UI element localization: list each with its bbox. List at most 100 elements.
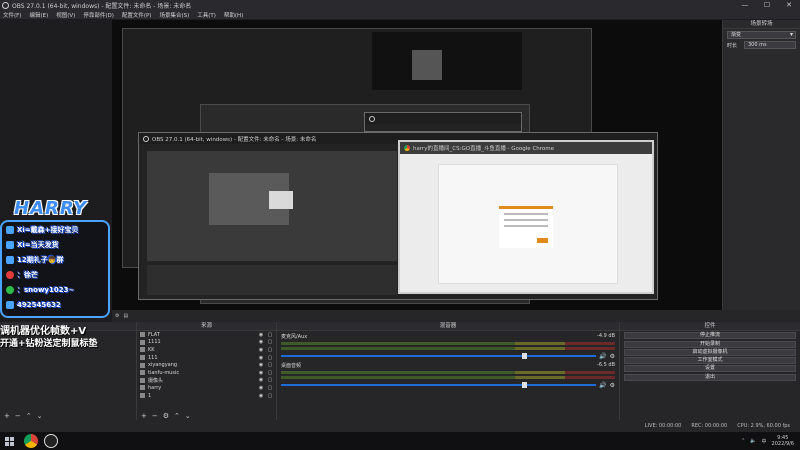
menu-bar: 文件(F) 编辑(E) 视图(V) 停靠部件(D) 配置文件(P) 场景集合(S… <box>0 10 800 19</box>
window-controls: — ☐ ✕ <box>734 1 800 9</box>
source-name: tianfu-music <box>148 369 180 376</box>
dialog-line <box>504 219 548 221</box>
lock-icon[interactable]: ▢ <box>267 362 273 368</box>
speaker-icon[interactable]: 🔊 <box>599 382 606 389</box>
studio-mode-button[interactable]: 工作室模式 <box>624 357 796 365</box>
chevron-up-icon[interactable]: ⌃ <box>741 438 745 444</box>
menu-docks[interactable]: 停靠部件(D) <box>83 11 114 19</box>
sources-toolbar: + − ⚙ ⌃ ⌄ <box>137 411 276 420</box>
obs-taskbar-icon[interactable] <box>44 434 58 448</box>
move-down-icon[interactable]: ⌄ <box>185 412 191 420</box>
virtual-camera-button[interactable]: 启动虚拟摄像机 <box>624 348 796 356</box>
lock-icon[interactable]: ▢ <box>267 393 273 399</box>
move-up-icon[interactable]: ⌃ <box>174 412 180 420</box>
channel-name: 麦克风/Aux <box>281 334 308 340</box>
scenes-toolbar: + − ⌃ ⌄ <box>0 411 136 420</box>
inner-dialog <box>269 191 293 209</box>
dialog-button <box>537 238 548 243</box>
windows-icon <box>4 436 14 446</box>
lock-icon[interactable]: ▢ <box>267 355 273 361</box>
text-source-icon <box>140 332 145 338</box>
move-down-icon[interactable]: ⌄ <box>37 412 43 420</box>
maximize-button[interactable]: ☐ <box>756 1 778 9</box>
info-text: Xi=戴森+接好宝贝 <box>17 225 79 234</box>
sources-list: FLAT ◉ ▢ 1111 ◉ ▢ KK ◉ ▢ 111 ◉ ▢ xiyangyang ◉ ▢ ti… <box>137 331 276 399</box>
source-item[interactable]: FLAT ◉ ▢ <box>137 331 276 339</box>
remove-source-button[interactable]: − <box>152 412 158 420</box>
speaker-icon[interactable]: 🔊 <box>599 353 606 360</box>
menu-profile[interactable]: 配置文件(P) <box>122 11 152 19</box>
qq-icon <box>6 255 14 264</box>
source-name: harry <box>148 384 162 391</box>
add-source-button[interactable]: + <box>141 412 147 420</box>
status-bar: LIVE: 00:00:00 REC: 00:00:00 CPU: 2.9%, … <box>0 420 800 432</box>
browser-source-icon <box>140 370 145 376</box>
cpu-status: CPU: 2.9%, 60.00 fps <box>737 423 790 429</box>
filter-icon[interactable]: ▤ <box>123 313 128 319</box>
menu-view[interactable]: 视图(V) <box>56 11 75 19</box>
eye-icon[interactable]: ◉ <box>258 393 264 399</box>
slider-handle[interactable] <box>521 382 527 388</box>
volume-slider[interactable] <box>281 353 597 359</box>
source-item[interactable]: 1 ◉ ▢ <box>137 392 276 400</box>
source-item[interactable]: harry ◉ ▢ <box>137 384 276 392</box>
source-name: 1111 <box>148 339 161 346</box>
eye-icon[interactable]: ◉ <box>258 370 264 376</box>
add-scene-button[interactable]: + <box>4 412 10 420</box>
eye-icon[interactable]: ◉ <box>258 347 264 353</box>
start-button[interactable] <box>0 432 18 450</box>
volume-slider[interactable] <box>281 382 597 388</box>
qq-icon <box>6 300 14 309</box>
info-line: Xi=当天发货 <box>2 237 108 252</box>
lock-icon[interactable]: ▢ <box>267 377 273 383</box>
remove-scene-button[interactable]: − <box>15 412 21 420</box>
slider-handle[interactable] <box>521 353 527 359</box>
eye-icon[interactable]: ◉ <box>258 377 264 383</box>
eye-icon[interactable]: ◉ <box>258 355 264 361</box>
transition-select[interactable]: 渐变 <box>727 31 796 39</box>
start-recording-button[interactable]: 开始录制 <box>624 340 796 348</box>
volume-icon[interactable]: 🔈 <box>750 438 756 444</box>
settings-button[interactable]: 设置 <box>624 365 796 373</box>
popup-dialog <box>499 206 553 248</box>
gear-icon[interactable]: ⚙ <box>115 313 119 319</box>
menu-help[interactable]: 帮助(H) <box>224 11 243 19</box>
gear-icon[interactable]: ⚙ <box>610 353 615 360</box>
minimize-button[interactable]: — <box>734 1 756 9</box>
info-line: ：snowy1023~ <box>2 282 108 297</box>
source-item[interactable]: xiyangyang ◉ ▢ <box>137 361 276 369</box>
volume-meter <box>281 376 615 379</box>
lock-icon[interactable]: ▢ <box>267 347 273 353</box>
stop-streaming-button[interactable]: 停止推流 <box>624 332 796 340</box>
menu-scene-collection[interactable]: 场景集合(S) <box>159 11 189 19</box>
eye-icon[interactable]: ◉ <box>258 339 264 345</box>
text-source-icon <box>140 355 145 361</box>
exit-button[interactable]: 退出 <box>624 373 796 381</box>
move-up-icon[interactable]: ⌃ <box>26 412 32 420</box>
source-item[interactable]: 111 ◉ ▢ <box>137 354 276 362</box>
source-item[interactable]: 1111 ◉ ▢ <box>137 339 276 347</box>
lock-icon[interactable]: ▢ <box>267 370 273 376</box>
chrome-taskbar-icon[interactable] <box>24 434 38 448</box>
gear-icon[interactable]: ⚙ <box>610 382 615 389</box>
source-item[interactable]: 摄像头 ◉ ▢ <box>137 377 276 385</box>
source-item[interactable]: tianfu-music ◉ ▢ <box>137 369 276 377</box>
input-language[interactable]: 中 <box>762 438 767 445</box>
eye-icon[interactable]: ◉ <box>258 362 264 368</box>
source-item[interactable]: KK ◉ ▢ <box>137 346 276 354</box>
lock-icon[interactable]: ▢ <box>267 385 273 391</box>
eye-icon[interactable]: ◉ <box>258 385 264 391</box>
volume-fader-row: 🔊 ⚙ <box>281 352 615 360</box>
info-text: Xi=当天发货 <box>17 240 59 249</box>
close-button[interactable]: ✕ <box>778 1 800 9</box>
lock-icon[interactable]: ▢ <box>267 339 273 345</box>
menu-file[interactable]: 文件(F) <box>3 11 21 19</box>
menu-edit[interactable]: 编辑(E) <box>29 11 48 19</box>
gear-icon[interactable]: ⚙ <box>163 412 169 420</box>
lock-icon[interactable]: ▢ <box>267 332 273 338</box>
eye-icon[interactable]: ◉ <box>258 332 264 338</box>
clock[interactable]: 9:45 2022/9/6 <box>772 435 794 447</box>
info-text: ：徐芒 <box>17 270 38 279</box>
menu-tools[interactable]: 工具(T) <box>197 11 216 19</box>
duration-input[interactable]: 300 ms <box>744 41 796 49</box>
